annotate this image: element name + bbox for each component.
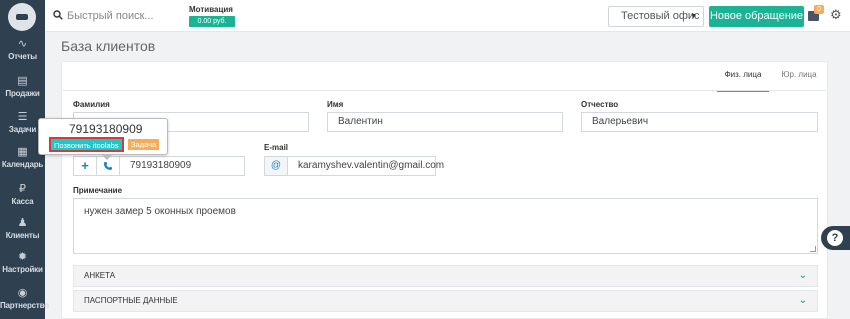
accordion-questionnaire[interactable]: АНКЕТА ⌄ xyxy=(73,265,818,287)
notification-badge: 0 xyxy=(814,5,824,14)
settings-gear-icon[interactable]: ⚙ xyxy=(830,8,842,22)
sidebar-item-label: Партнерство xyxy=(0,301,49,310)
search-icon xyxy=(53,10,63,20)
chart-line-icon: ∿ xyxy=(17,38,28,50)
note-textarea[interactable]: нужен замер 5 оконных проемов xyxy=(73,198,818,254)
accordion-passport[interactable]: ПАСПОРТНЫЕ ДАННЫЕ ⌄ xyxy=(73,290,818,312)
sidebar-item-label: Настройки xyxy=(2,265,43,274)
sidebar-item-5[interactable]: ♟ Клиенты xyxy=(0,217,45,241)
sidebar-item-label: Отчеты xyxy=(8,52,37,61)
tabs-divider xyxy=(63,90,826,91)
accordion-questionnaire-label: АНКЕТА xyxy=(84,271,116,280)
popover-arrow xyxy=(101,154,113,160)
email-field[interactable]: karamyshev.valentin@gmail.com xyxy=(287,156,444,176)
sidebar-item-7[interactable]: ◉ Партнерство xyxy=(0,287,49,311)
sidebar-item-6[interactable]: ✹ Настройки xyxy=(0,251,45,275)
popover-phone-number: 79193180909 xyxy=(69,122,143,136)
chevron-down-icon: ▼ xyxy=(690,13,697,20)
chevron-down-icon: ⌄ xyxy=(798,295,807,306)
sidebar-item-label: Календарь xyxy=(1,160,44,169)
help-button[interactable]: ? xyxy=(821,226,850,250)
resize-handle-icon[interactable] xyxy=(810,246,816,252)
question-icon: ? xyxy=(827,230,843,246)
phone-field[interactable]: 79193180909 xyxy=(119,156,245,176)
sidebar-item-1[interactable]: ▤ Продажи xyxy=(0,75,45,99)
motivation-badge: 0.00 руб. xyxy=(189,16,235,27)
motivation-label: Мотивация xyxy=(189,5,233,14)
create-task-button[interactable]: Задача xyxy=(128,139,160,150)
sidebar-item-label: Касса xyxy=(11,197,34,206)
patronymic-field[interactable]: Валерьевич xyxy=(581,112,818,132)
new-appeal-button[interactable]: Новое обращение xyxy=(709,6,804,27)
sidebar-item-label: Продажи xyxy=(5,89,40,98)
name-label: Имя xyxy=(327,100,344,109)
name-field[interactable]: Валентин xyxy=(327,112,563,132)
gear-icon: ✹ xyxy=(17,251,28,263)
users-icon: ♟ xyxy=(17,217,28,229)
ruble-icon: ₽ xyxy=(19,183,26,195)
app-logo[interactable] xyxy=(8,3,36,31)
surname-label: Фамилия xyxy=(73,100,110,109)
chevron-down-icon: ⌄ xyxy=(798,270,807,281)
add-phone-button[interactable]: + xyxy=(73,156,97,176)
call-itoolabs-button[interactable]: Позвонить itoolabs xyxy=(49,137,124,152)
page-title: База клиентов xyxy=(61,38,156,54)
document-icon: ▤ xyxy=(17,75,28,87)
sidebar: ∿ Отчеты ▤ Продажи ☰ Задачи ▦ Календарь ₽ Касса ♟ К… xyxy=(0,0,49,319)
sidebar-item-0[interactable]: ∿ Отчеты xyxy=(0,38,45,62)
accordion-passport-label: ПАСПОРТНЫЕ ДАННЫЕ xyxy=(84,296,178,305)
tab-legal[interactable]: Юр. лица xyxy=(774,68,824,92)
search-input[interactable] xyxy=(67,8,177,24)
tab-individual[interactable]: Физ. лица xyxy=(717,68,769,92)
patronymic-label: Отчество xyxy=(581,100,619,109)
sidebar-item-4[interactable]: ₽ Касса xyxy=(0,183,45,207)
office-select-value: Тестовый офис xyxy=(621,10,700,22)
note-label: Примечание xyxy=(73,186,123,195)
at-sign-icon: @ xyxy=(264,156,288,176)
phone-popover: 79193180909 Позвонить itoolabs Задача xyxy=(38,118,168,160)
phone-icon xyxy=(104,162,112,170)
sidebar-item-label: Клиенты xyxy=(5,231,40,240)
email-label: E-mail xyxy=(264,143,289,152)
eye-icon: ◉ xyxy=(17,287,28,299)
note-text: нужен замер 5 оконных проемов xyxy=(84,206,236,217)
office-select[interactable]: Тестовый офис ▼ xyxy=(608,6,704,27)
